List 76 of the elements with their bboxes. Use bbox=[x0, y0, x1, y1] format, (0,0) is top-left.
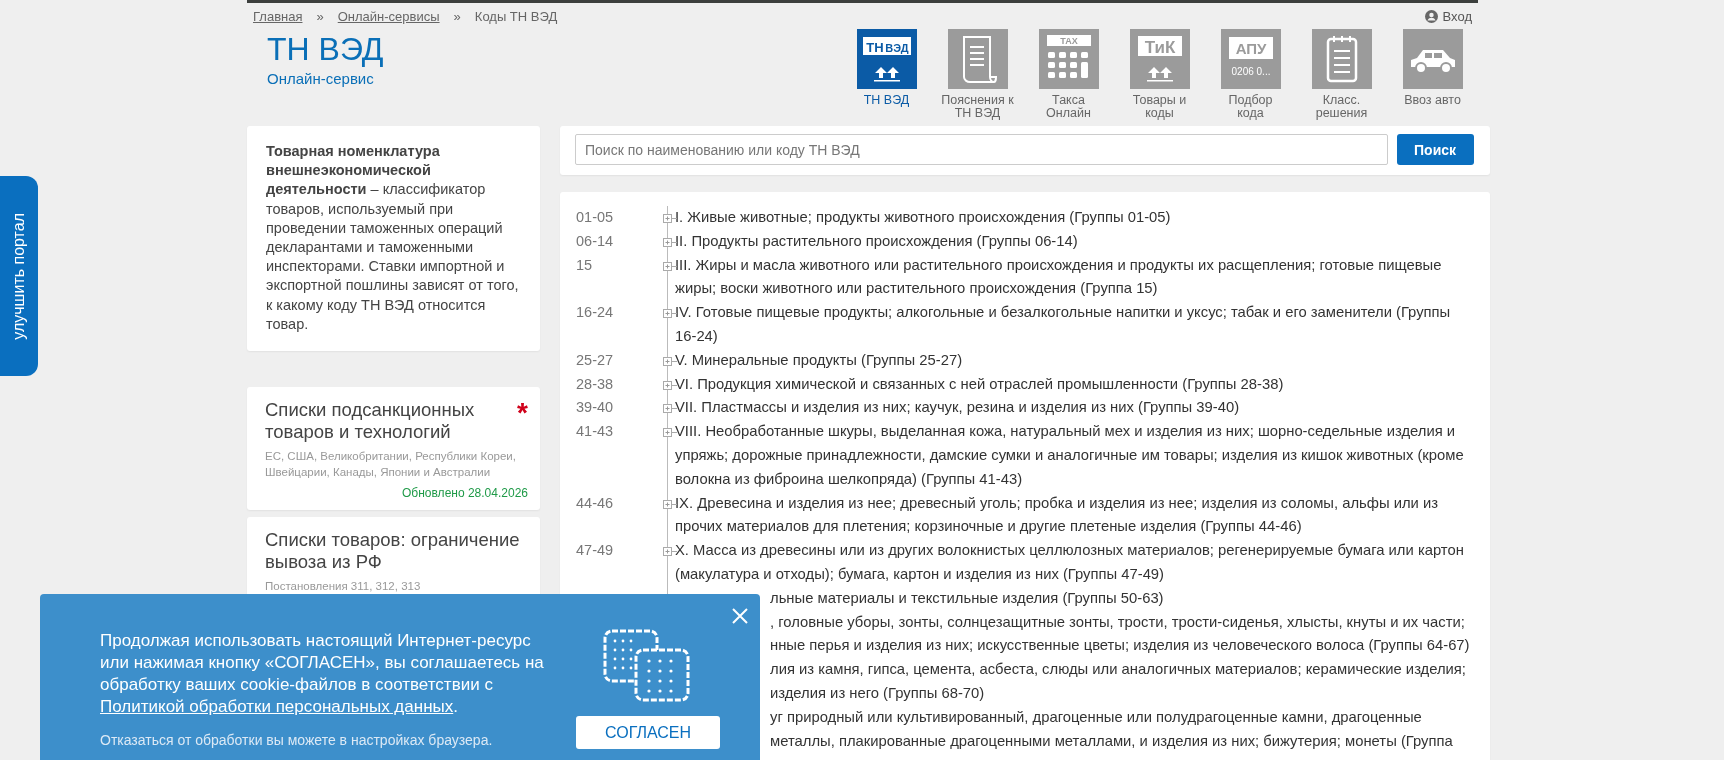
section-link[interactable]: уг природный или культивированный, драгоценные или полудрагоценные камни, драгоценные bbox=[770, 705, 1422, 730]
section-code: 39-40 bbox=[575, 398, 615, 418]
service-tab[interactable]: Пояснения к ТН ВЭД bbox=[932, 29, 1023, 120]
tik-logo-icon: ТиК bbox=[1129, 29, 1190, 89]
search-field[interactable]: Поиск по наименованию или коду ТН ВЭД bbox=[575, 134, 1388, 165]
promo-subtitle: ЕС, США, Великобритании, Республики Кореи, Швейцарии, Канады, Японии и Австралии bbox=[265, 449, 517, 480]
section-link[interactable]: III. Жиры и масла животного или растительного происхождения и продукты их расщепления; готовые пищевые жиры; воски животного или растительного происхождения (Группа 15) bbox=[675, 253, 1470, 302]
expand-icon[interactable] bbox=[663, 214, 677, 223]
section-code: 41-43 bbox=[575, 422, 615, 442]
apu-logo-icon: АПУ 0206 0... bbox=[1220, 29, 1281, 89]
section-link[interactable]: I. Живые животные; продукты животного происхождения (Группы 01-05) bbox=[675, 206, 1470, 230]
site-title[interactable]: ТН ВЭД bbox=[267, 30, 384, 68]
service-tab[interactable]: Класс. решения bbox=[1296, 29, 1387, 120]
section-code: 06-14 bbox=[575, 231, 615, 251]
service-tab[interactable]: АПУ 0206 0... Подбор кода bbox=[1205, 29, 1296, 120]
breadcrumb-link[interactable]: Главная bbox=[253, 8, 303, 24]
expand-icon[interactable] bbox=[663, 356, 677, 366]
notepad-icon bbox=[1311, 29, 1372, 89]
privacy-policy-link[interactable]: Политикой обработки персональных данных bbox=[100, 697, 454, 716]
agree-button[interactable]: СОГЛАСЕН bbox=[576, 716, 720, 749]
section-link[interactable]: изделия из него (Группы 68-70) bbox=[770, 681, 985, 706]
promo-card[interactable]: Списки подсанкционных товаров и технологий * ЕС, США, Великобритании, Республики Кореи, Швейцарии, Канады, Японии и Австралии Обновлено 28.04.2026 bbox=[247, 387, 540, 510]
search-button[interactable]: Поиск bbox=[1396, 134, 1474, 165]
updated-date: Обновлено 28.04.2026 bbox=[401, 486, 528, 500]
section-link[interactable]: VII. Пластмассы и изделия из них; каучук, резина и изделия из них (Группы 39-40) bbox=[675, 396, 1470, 421]
section-code: 28-38 bbox=[575, 374, 615, 394]
section-code: 01-05 bbox=[575, 208, 615, 227]
section-link[interactable]: металлы, плакированные драгоценными металлами, и изделия из них; бижутерия; монеты (Группа bbox=[770, 729, 1453, 754]
section-code: 44-46 bbox=[575, 493, 615, 513]
scroll-document-icon bbox=[947, 29, 1008, 89]
breadcrumb-separator: » bbox=[316, 8, 324, 24]
promo-subtitle: Постановления 311, 312, 313 bbox=[265, 579, 422, 594]
expand-icon[interactable] bbox=[663, 261, 677, 271]
service-tab[interactable]: ТН ВЭД ТН ВЭД bbox=[841, 29, 932, 120]
user-icon bbox=[1424, 9, 1438, 23]
section-link[interactable]: IX. Древесина и изделия из нее; древесный уголь; пробка и изделия из нее; изделия из соломы, альфы или из прочих материалов для плетения; корзиночные и другие плетеные изделия (Группы 44-46) bbox=[675, 491, 1470, 540]
section-link[interactable]: , головные уборы, зонты, солнцезащитные зонты, трости, трости-сиденья, хлысты, кнуты и их части; bbox=[770, 610, 1465, 635]
breadcrumb-current: Коды ТН ВЭД bbox=[474, 8, 558, 24]
expand-icon[interactable] bbox=[663, 499, 677, 509]
car-icon bbox=[1402, 29, 1463, 89]
section-link[interactable]: V. Минеральные продукты (Группы 25-27) bbox=[675, 348, 1470, 373]
section-link[interactable]: IV. Готовые пищевые продукты; алкогольные и безалкогольные напитки и уксус; табак и его заменители (Группы 16-24) bbox=[675, 301, 1470, 349]
tnved-logo-icon: ТН ВЭД bbox=[856, 29, 917, 89]
login-link[interactable]: Вход bbox=[1424, 8, 1472, 24]
promo-title[interactable]: Списки подсанкционных товаров и технологий bbox=[265, 399, 518, 443]
close-icon[interactable] bbox=[732, 608, 748, 624]
site-subtitle: Онлайн-сервис bbox=[267, 70, 375, 87]
calculator-icon: TAX bbox=[1038, 29, 1099, 89]
section-link[interactable]: льные материалы и текстильные изделия (Группы 50-63) bbox=[770, 586, 1164, 611]
asterisk-mark: * bbox=[517, 399, 528, 430]
section-code: 15 bbox=[575, 255, 594, 275]
feedback-tab[interactable]: улучшить портал bbox=[0, 176, 38, 376]
service-tab[interactable]: ТиК Товары и коды bbox=[1114, 29, 1205, 120]
breadcrumb-separator: » bbox=[453, 8, 461, 24]
expand-icon[interactable] bbox=[663, 404, 677, 414]
expand-icon[interactable] bbox=[663, 380, 677, 390]
cookie-note: Отказаться от обработки вы можете в настройках браузера. bbox=[100, 732, 494, 748]
section-link[interactable]: VIII. Необработанные шкуры, выделанная кожа, натуральный мех и изделия из них; шорно-седельные изделия и упряжь; дорожные принадлежности, дамские сумки и аналогичные им товары; изделия из кишок животных (кроме волокна из фиброина шелкопряда) (Группы 41-43) bbox=[675, 420, 1470, 492]
service-tab[interactable]: TAX Такса Онлайн bbox=[1023, 29, 1114, 120]
section-code: 16-24 bbox=[575, 303, 615, 323]
section-link[interactable]: II. Продукты растительного происхождения (Группы 06-14) bbox=[675, 229, 1470, 254]
section-link[interactable]: VI. Продукция химической и связанных с ней отраслей промышленности (Группы 28-38) bbox=[675, 372, 1470, 397]
expand-icon[interactable] bbox=[663, 237, 677, 247]
promo-title[interactable]: Списки товаров: ограничение вывоза из РФ bbox=[265, 529, 528, 573]
description-paragraph: Товарная номенклатура внешнеэкономической деятельности – классификатор товаров, используемый при проведении таможенных операций декларантами и таможенными инспекторами. Ставки импортной и экспортной пошлины зависят от того, к какому коду ТН ВЭД относится товар. bbox=[266, 142, 520, 334]
breadcrumb-link[interactable]: Онлайн-сервисы bbox=[337, 8, 440, 24]
expand-icon[interactable] bbox=[663, 547, 677, 557]
cookie-message: Продолжая использовать настоящий Интернет-ресурс или нажимая кнопку «СОГЛАСЕН», вы соглашаетесь на обработку ваших cookie-файлов в соответствии с Политикой обработки персональных данных. bbox=[100, 630, 545, 718]
section-link[interactable]: нные перья и изделия из них; искусственные цветы; изделия из человеческого волоса (Группы 64-67) bbox=[770, 634, 1470, 659]
section-link[interactable]: лия из камня, гипса, цемента, асбеста, слюды или аналогичных материалов; керамические изделия; bbox=[770, 658, 1466, 682]
section-code: 25-27 bbox=[575, 350, 615, 370]
section-code: 47-49 bbox=[575, 541, 615, 561]
section-link[interactable]: X. Масса из древесины или из других волокнистых целлюлозных материалов; регенерируемые бумага или картон (макулатура и отходы); бумага, картон и изделия из них (Группы 47-49) bbox=[675, 539, 1470, 587]
service-tab[interactable]: Ввоз авто bbox=[1387, 29, 1478, 120]
expand-icon[interactable] bbox=[663, 428, 677, 438]
expand-icon[interactable] bbox=[663, 309, 677, 319]
